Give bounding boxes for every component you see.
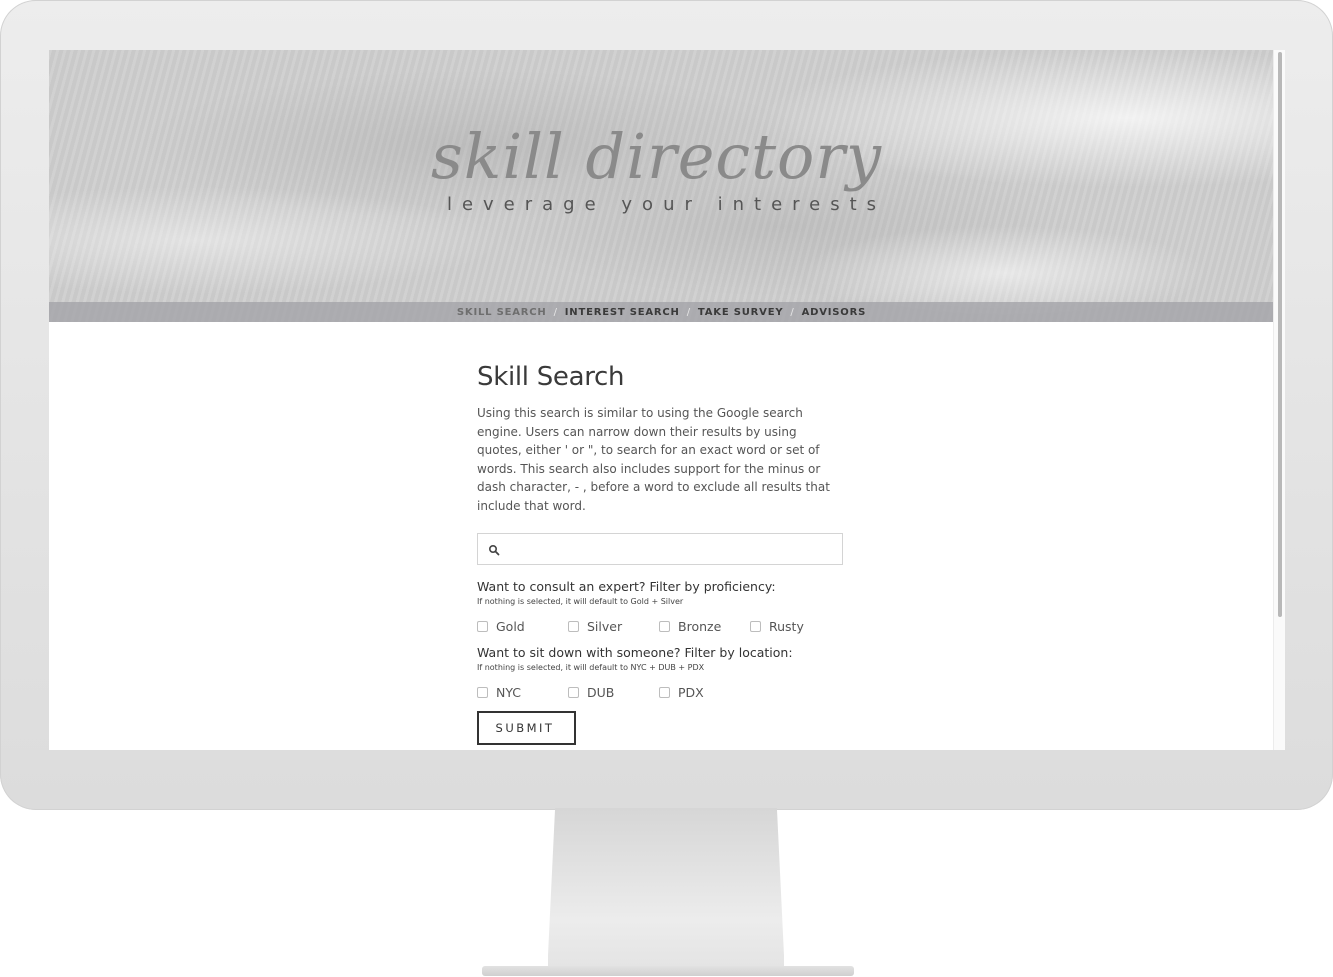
checkbox-pdx[interactable]: PDX	[659, 685, 750, 700]
nav-take-survey[interactable]: TAKE SURVEY	[698, 307, 783, 318]
checkbox-box[interactable]	[568, 686, 579, 698]
nav-separator: /	[686, 306, 691, 318]
checkbox-label: Silver	[587, 618, 623, 634]
scrollbar[interactable]	[1273, 50, 1285, 750]
scrollbar-thumb[interactable]	[1278, 52, 1282, 617]
submit-button[interactable]: SUBMIT	[477, 711, 576, 745]
checkbox-label: Gold	[496, 618, 525, 634]
checkbox-box[interactable]	[659, 686, 670, 698]
location-hint: If nothing is selected, it will default …	[477, 663, 705, 672]
checkbox-label: PDX	[678, 684, 704, 700]
proficiency-heading: Want to consult an expert? Filter by pro…	[477, 579, 776, 594]
search-icon	[488, 544, 500, 556]
page-title: Skill Search	[477, 362, 625, 392]
monitor-stand-base	[482, 966, 854, 976]
nav-separator: /	[553, 306, 558, 318]
checkbox-label: Rusty	[769, 618, 804, 634]
header-banner: skill directory leverage your interests …	[49, 50, 1274, 322]
nav-advisors[interactable]: ADVISORS	[802, 307, 867, 318]
checkbox-nyc[interactable]: NYC	[477, 685, 568, 700]
intro-text: Using this search is similar to using th…	[477, 406, 830, 513]
search-input[interactable]	[508, 538, 832, 562]
location-heading: Want to sit down with someone? Filter by…	[477, 645, 793, 660]
screen: skill directory leverage your interests …	[49, 50, 1285, 750]
checkbox-rusty[interactable]: Rusty	[750, 619, 841, 634]
nav-skill-search[interactable]: SKILL SEARCH	[457, 307, 547, 318]
main-content: Skill Search Using this search is simila…	[477, 362, 847, 745]
location-options: NYC DUB PDX	[477, 683, 847, 701]
proficiency-hint: If nothing is selected, it will default …	[477, 597, 684, 606]
search-box[interactable]	[477, 533, 843, 565]
monitor-stand	[548, 808, 784, 968]
checkbox-dub[interactable]: DUB	[568, 685, 659, 700]
checkbox-gold[interactable]: Gold	[477, 619, 568, 634]
checkbox-bronze[interactable]: Bronze	[659, 619, 750, 634]
checkbox-box[interactable]	[477, 686, 488, 698]
site-tagline: leverage your interests	[446, 194, 887, 215]
site-title: skill directory	[430, 120, 883, 193]
main-nav: SKILL SEARCH / INTEREST SEARCH / TAKE SU…	[49, 302, 1274, 322]
checkbox-box[interactable]	[477, 620, 488, 632]
nav-separator: /	[790, 306, 795, 318]
checkbox-box[interactable]	[750, 620, 761, 632]
checkbox-label: Bronze	[678, 618, 722, 634]
checkbox-label: DUB	[587, 684, 615, 700]
nav-interest-search[interactable]: INTEREST SEARCH	[565, 307, 680, 318]
proficiency-options: Gold Silver Bronze Rusty	[477, 617, 847, 635]
checkbox-label: NYC	[496, 684, 522, 700]
checkbox-box[interactable]	[568, 620, 579, 632]
checkbox-box[interactable]	[659, 620, 670, 632]
checkbox-silver[interactable]: Silver	[568, 619, 659, 634]
